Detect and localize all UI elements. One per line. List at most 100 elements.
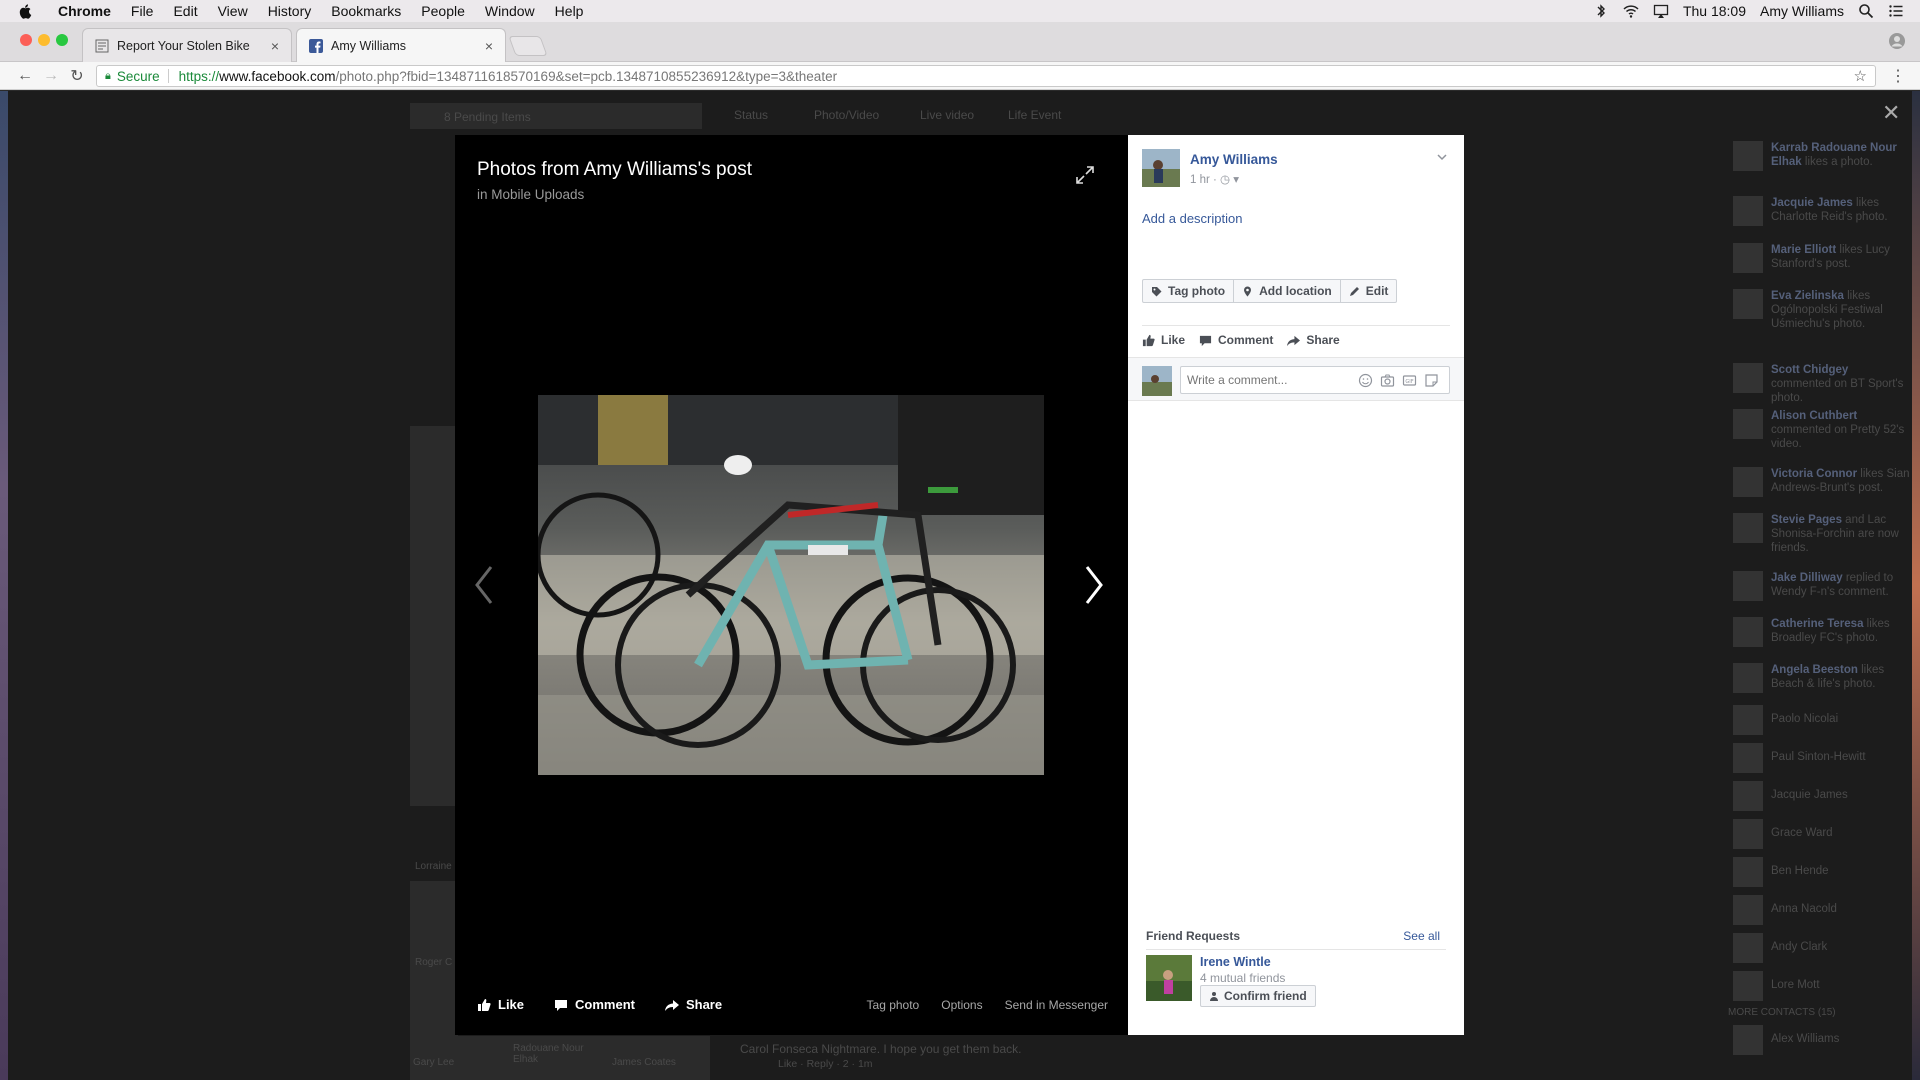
tag-photo-button[interactable]: Tag photo (1142, 279, 1235, 303)
avatar (1733, 617, 1763, 647)
composer-tab-live: Live video (920, 108, 975, 122)
background-side-label: Lorraine (415, 861, 452, 872)
friend-request-avatar[interactable] (1146, 955, 1192, 1001)
menu-bar-user[interactable]: Amy Williams (1760, 3, 1844, 19)
tab-report-stolen-bike[interactable]: Report Your Stolen Bike × (82, 28, 292, 62)
close-theater-icon[interactable]: ✕ (1882, 100, 1900, 126)
menu-edit[interactable]: Edit (163, 3, 207, 19)
profile-avatar-icon[interactable] (1888, 32, 1906, 50)
chrome-menu-icon[interactable]: ⋮ (1890, 66, 1906, 86)
notification-center-icon[interactable] (1888, 3, 1904, 19)
comment-composer: GIF (1128, 357, 1464, 401)
desktop-wallpaper-edge (1912, 91, 1920, 1080)
friend-requests-divider (1146, 949, 1446, 950)
theater-comment-button[interactable]: Comment (554, 997, 635, 1012)
ticker-item: Jake Dilliway replied to Wendy F-n's com… (1733, 569, 1913, 605)
forward-arrow-icon[interactable]: → (38, 67, 64, 85)
browser-toolbar: ← → ↻ 🔒︎ Secure https:// www.facebook.co… (0, 62, 1920, 90)
audience-globe-icon[interactable]: ◷ ▾ (1220, 174, 1239, 186)
address-bar[interactable]: 🔒︎ Secure https:// www.facebook.com /pho… (96, 65, 1876, 87)
avatar (1733, 571, 1763, 601)
mutual-friends-count[interactable]: 4 mutual friends (1200, 971, 1285, 985)
avatar (1733, 971, 1763, 1001)
secure-label[interactable]: Secure (117, 69, 160, 84)
facebook-favicon-icon (309, 38, 323, 53)
camera-icon[interactable] (1380, 373, 1395, 388)
comment-bubble-icon (555, 999, 568, 1011)
theater-tag-photo-link[interactable]: Tag photo (867, 998, 920, 1012)
ticker-item: Jacquie James likes Charlotte Reid's pho… (1733, 194, 1913, 230)
panel-comment-button[interactable]: Comment (1199, 333, 1273, 347)
tab-close-icon[interactable]: × (271, 38, 279, 54)
send-in-messenger-link[interactable]: Send in Messenger (1005, 998, 1108, 1012)
menu-window[interactable]: Window (475, 3, 545, 19)
confirm-friend-button[interactable]: Confirm friend (1200, 985, 1316, 1007)
edit-button[interactable]: Edit (1339, 279, 1398, 303)
add-description-link[interactable]: Add a description (1142, 211, 1242, 226)
menu-bar-status-area: Thu 18:09 Amy Williams (1593, 0, 1920, 22)
avatar (1733, 895, 1763, 925)
menu-people[interactable]: People (411, 3, 475, 19)
theater-album-link[interactable]: in Mobile Uploads (477, 187, 584, 202)
tab-close-icon[interactable]: × (485, 38, 493, 54)
back-arrow-icon[interactable]: ← (12, 67, 38, 85)
friend-request-name-link[interactable]: Irene Wintle (1200, 955, 1271, 969)
theater-like-button[interactable]: Like (477, 997, 524, 1012)
next-photo-arrow-icon[interactable] (1083, 565, 1105, 605)
add-location-button[interactable]: Add location (1233, 279, 1341, 303)
window-zoom-button[interactable] (56, 34, 68, 46)
contact-item: Lore Mott (1733, 969, 1913, 1005)
poster-avatar[interactable] (1142, 149, 1180, 187)
avatar (1733, 933, 1763, 963)
wifi-icon[interactable] (1623, 3, 1639, 19)
ticker-item: Marie Elliott likes Lucy Stanford's post… (1733, 241, 1913, 277)
tab-amy-williams[interactable]: Amy Williams × (296, 28, 506, 62)
ticker-item: Catherine Teresa likes Broadley FC's pho… (1733, 615, 1913, 651)
avatar (1733, 1025, 1763, 1055)
menu-view[interactable]: View (208, 3, 258, 19)
menu-history[interactable]: History (258, 3, 322, 19)
menu-file[interactable]: File (121, 3, 164, 19)
comment-attachment-icons: GIF (1358, 373, 1439, 388)
post-options-chevron-icon[interactable] (1436, 151, 1448, 163)
composer-tab-life-event: Life Event (1008, 108, 1062, 122)
contact-item: Andy Clark (1733, 931, 1913, 967)
apple-logo-icon[interactable] (18, 3, 34, 19)
bluetooth-icon[interactable] (1593, 3, 1609, 19)
airplay-icon[interactable] (1653, 3, 1669, 19)
background-photo-strip (410, 426, 458, 806)
desktop-wallpaper-edge (0, 91, 8, 1080)
background-comment-meta: Like · Reply · 2 · 1m (778, 1058, 873, 1070)
menu-help[interactable]: Help (545, 3, 594, 19)
avatar (1733, 513, 1763, 543)
reload-icon[interactable]: ↻ (64, 66, 90, 86)
emoji-icon[interactable] (1358, 373, 1373, 388)
see-all-link[interactable]: See all (1403, 929, 1440, 943)
gif-icon[interactable]: GIF (1402, 373, 1417, 388)
avatar (1733, 196, 1763, 226)
fullscreen-expand-icon[interactable] (1075, 165, 1095, 185)
panel-share-button[interactable]: Share (1287, 333, 1340, 347)
tag-icon (1152, 286, 1162, 296)
sticker-icon[interactable] (1424, 373, 1439, 388)
theater-share-button[interactable]: Share (664, 997, 722, 1012)
previous-photo-arrow-icon[interactable] (473, 565, 495, 605)
new-tab-button[interactable] (508, 36, 548, 56)
window-minimize-button[interactable] (38, 34, 50, 46)
theater-options-link[interactable]: Options (941, 998, 982, 1012)
menu-bookmarks[interactable]: Bookmarks (321, 3, 411, 19)
ticker-item: Alison Cuthbert commented on Pretty 52's… (1733, 407, 1913, 450)
spotlight-search-icon[interactable] (1858, 3, 1874, 19)
post-timestamp: 1 hr · ◷ ▾ (1190, 174, 1240, 186)
lock-icon[interactable]: 🔒︎ (105, 70, 111, 83)
menu-bar-clock[interactable]: Thu 18:09 (1683, 3, 1746, 19)
photo-edit-buttons: Tag photo Add location Edit (1142, 279, 1398, 303)
bicycles-photo[interactable] (538, 395, 1044, 775)
panel-like-button[interactable]: Like (1142, 333, 1185, 347)
poster-name-link[interactable]: Amy Williams (1190, 152, 1278, 167)
bookmark-star-icon[interactable]: ☆ (1854, 67, 1867, 85)
window-close-button[interactable] (20, 34, 32, 46)
menu-app-chrome[interactable]: Chrome (48, 3, 121, 19)
ticker-item: Karrab Radouane Nour Elhak likes a photo… (1733, 139, 1913, 175)
photo-theater: Photos from Amy Williams's post in Mobil… (455, 135, 1464, 1035)
